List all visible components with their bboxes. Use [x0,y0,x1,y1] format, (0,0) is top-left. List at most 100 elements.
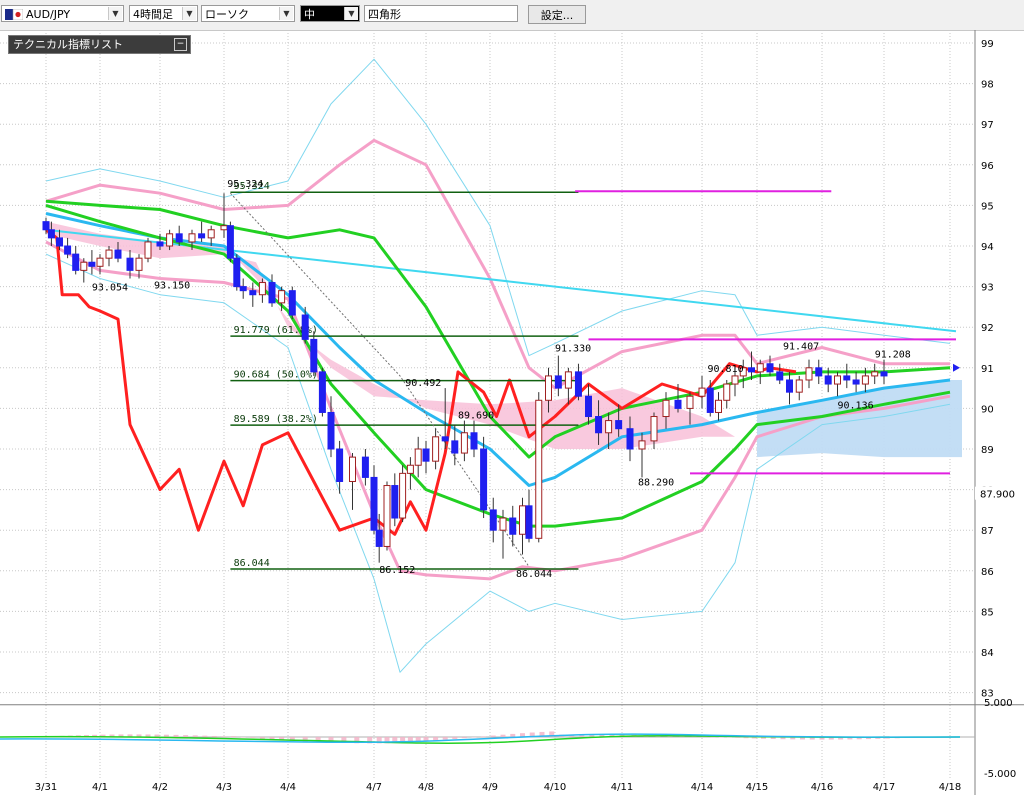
candle-bearish [268,282,276,304]
osc-histogram-bar [211,735,217,737]
candle-bullish [535,399,543,539]
osc-histogram-bar [490,735,496,737]
candle-bearish [451,440,459,454]
chevron-down-icon[interactable]: ▼ [182,7,196,20]
price-annotation: 90.136 [838,400,874,411]
date-tick-label: 4/15 [746,782,768,793]
osc-histogram-bar [231,736,237,737]
candle-bearish [843,375,851,381]
fib-level-label: 90.684 (50.0%) [234,370,318,381]
chevron-down-icon[interactable]: ▼ [108,7,122,20]
size-label: 中 [304,8,315,21]
date-tick-label: 4/17 [873,782,895,793]
candle-bearish [370,476,378,531]
osc-histogram-bar [183,735,189,737]
price-annotation: 90.810 [708,364,744,375]
price-tick-label: 85 [981,607,994,618]
candle-bearish [585,395,592,418]
price-tick-label: 95 [981,201,994,212]
price-tick-label: 89 [981,445,994,456]
candle-bearish [72,253,80,271]
current-price-marker-icon [953,363,960,372]
candle-bearish [56,237,63,247]
date-tick-label: 4/18 [939,782,961,793]
price-tick-label: 91 [981,364,994,375]
bollinger-outer-upper [45,58,951,357]
osc-histogram-bar [221,736,227,737]
candle-bullish [519,505,526,535]
chart-type-label: ローソク [205,8,249,21]
candle-bearish [239,286,247,292]
price-annotation: 90.492 [405,378,441,389]
candle-bullish [731,375,739,385]
osc-histogram-bar [510,733,516,737]
candle-bearish [288,290,296,316]
price-chart[interactable]: 95.32491.779 (61.8%)90.684 (50.0%)89.589… [0,30,1024,795]
indicator-lines [45,58,957,673]
candle-bullish [861,375,869,385]
minimize-icon[interactable]: − [174,38,187,51]
osc-histogram-bar [471,737,477,738]
price-tick-label: 86 [981,567,994,578]
candle-bullish [278,290,286,304]
candle-bullish [834,375,841,385]
price-annotation: 91.208 [875,350,911,361]
candle-bearish [554,375,562,389]
candle-bullish [605,420,613,434]
candle-bearish [375,529,383,547]
candle-bullish [686,395,694,409]
price-annotation: 95.324 [227,179,263,190]
bollinger-outer-lower [45,253,951,673]
candle-bullish [105,249,113,259]
price-annotation: 91.330 [555,344,591,355]
chevron-down-icon[interactable]: ▼ [279,7,293,20]
chevron-down-icon[interactable]: ▼ [344,7,358,20]
candle-bearish [470,432,478,450]
candle-bullish [715,399,722,413]
candle-bearish [42,221,50,231]
price-tick-label: 98 [981,80,994,91]
osc-histogram-bar [154,734,160,737]
candle-bearish [786,379,793,393]
candle-bearish [766,363,774,373]
technical-indicator-panel[interactable]: テクニカル指標リスト − [8,35,191,54]
price-annotation: 93.054 [92,283,128,294]
price-tick-label: 87 [981,526,994,537]
osc-histogram-bar [481,736,487,737]
price-tick-label: 93 [981,283,994,294]
fib-level-label: 86.044 [234,558,270,569]
osc-histogram-bar [250,737,256,738]
timeframe-select[interactable]: 4時間足 ▼ [129,5,198,22]
date-tick-label: 4/7 [366,782,382,793]
date-tick-label: 3/31 [35,782,57,793]
date-tick-label: 4/14 [691,782,713,793]
candle-bullish [698,387,706,397]
candle-bullish [460,432,468,454]
candle-bullish [805,367,813,381]
date-tick-label: 4/4 [280,782,296,793]
symbol-label: AUD/JPY [26,8,71,21]
current-price-label: 87.900 [980,490,1015,501]
shape-field[interactable]: 四角形 [364,5,518,22]
osc-histogram-bar [192,735,198,737]
osc-histogram-bar [442,737,448,740]
candle-bullish [795,379,803,393]
candle-bullish [207,229,215,239]
candle-bearish [156,241,164,247]
candle-bullish [80,261,88,271]
oscillator-panel: 5.000 -5.000 3/31 4/1 4/2 4/3 4/4 4/7 4/8 4/9 4/10… [0,698,1016,793]
price-tick-label: 99 [981,39,994,50]
symbol-select[interactable]: AUD/JPY ▼ [1,5,124,22]
chart-type-select[interactable]: ローソク ▼ [201,5,295,22]
candle-bullish [220,225,228,231]
price-tick-label: 94 [981,242,994,253]
candle-bearish [422,448,430,462]
price-tick-label: 96 [981,161,994,172]
osc-axis-label: 5.000 [984,698,1013,709]
size-select[interactable]: 中 ▼ [300,5,360,22]
timeframe-label: 4時間足 [133,8,173,21]
settings-button[interactable]: 設定... [528,5,586,24]
candle-bearish [880,371,888,377]
candle-bullish [258,282,266,296]
candle-bearish [574,371,582,397]
